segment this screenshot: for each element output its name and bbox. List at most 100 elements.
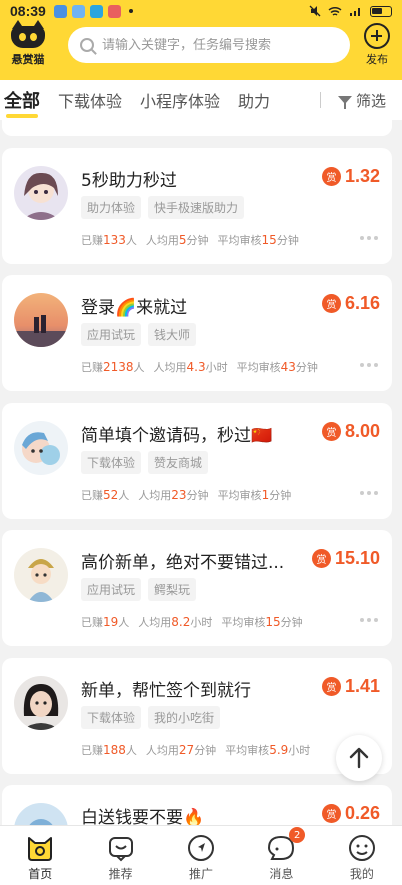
task-card[interactable]: 高价新单，绝对不要错过... 赏 15.10 应用试玩 鳄梨玩 已赚19人 人均用… — [2, 530, 392, 646]
task-card[interactable]: 登录🌈来就过 赏 6.16 应用试玩 钱大师 已赚2138人 人均用4.3小时 平均… — [2, 275, 392, 391]
bottom-nav: 首页 推荐 推广 2 消息 我的 — [0, 825, 402, 885]
task-title: 新单，帮忙签个到就行 — [81, 681, 251, 701]
tab-assist[interactable]: 助力 — [238, 88, 270, 112]
more-options-icon[interactable] — [360, 363, 378, 367]
task-list[interactable]: 5秒助力秒过 赏 1.32 助力体验 快手极速版助力 已赚133人 人均用5分钟平… — [0, 120, 402, 825]
plus-circle-icon — [364, 23, 390, 49]
more-options-icon[interactable] — [360, 491, 378, 495]
tab-all[interactable]: 全部 — [4, 87, 40, 118]
task-title: 简单填个邀请码，秒过🇨🇳 — [81, 426, 273, 446]
task-stats: 已赚188人 人均用27分钟 平均审核5.9小时 — [81, 743, 311, 757]
status-time: 08:39 — [10, 3, 46, 19]
task-title: 白送钱要不要🔥 — [81, 808, 205, 825]
tab-download[interactable]: 下载体验 — [58, 88, 122, 112]
review-time: 15 — [265, 615, 281, 629]
nav-label: 我的 — [349, 867, 374, 881]
nav-label: 推荐 — [108, 867, 133, 881]
task-tag: 鳄梨玩 — [148, 578, 197, 601]
nav-home[interactable]: 首页 — [0, 826, 80, 885]
message-badge: 2 — [289, 827, 306, 843]
avatar — [14, 803, 68, 825]
avatar — [14, 293, 68, 347]
task-stats: 已赚2138人 人均用4.3小时 平均审核43分钟 — [81, 360, 318, 374]
task-tags: 应用试玩 钱大师 — [81, 323, 197, 346]
task-tags: 应用试玩 鳄梨玩 — [81, 578, 197, 601]
per-user-time: 5 — [178, 233, 187, 247]
per-user-time: 4.3 — [186, 360, 206, 374]
app-notification-icon — [71, 4, 85, 18]
per-user-time: 27 — [178, 743, 195, 757]
tab-mini-program[interactable]: 小程序体验 — [140, 88, 220, 112]
task-stats: 已赚52人 人均用23分钟 平均审核1分钟 — [81, 488, 292, 502]
task-title: 登录🌈来就过 — [81, 298, 188, 318]
back-to-top-button[interactable] — [336, 735, 382, 781]
recommend-icon — [108, 837, 133, 862]
battery-icon — [370, 5, 392, 17]
earned-count: 19 — [103, 615, 119, 629]
home-cat-icon — [28, 837, 53, 861]
nav-label: 首页 — [28, 867, 53, 881]
earned-count: 52 — [103, 488, 119, 502]
nav-profile[interactable]: 我的 — [322, 826, 402, 885]
task-tag: 助力体验 — [81, 196, 142, 219]
task-card-partial[interactable] — [2, 120, 392, 136]
header-bar: 08:39 悬赏猫 发布 — [0, 0, 402, 80]
filter-label: 筛选 — [355, 91, 386, 110]
task-stats: 已赚133人 人均用5分钟 平均审核15分钟 — [81, 233, 299, 247]
more-options-icon[interactable] — [360, 236, 378, 240]
reward-value: 15.10 — [334, 548, 380, 568]
reward-coin-icon: 赏 — [321, 294, 341, 313]
status-bar: 08:39 — [0, 0, 402, 22]
avatar — [14, 548, 68, 602]
cat-logo-icon — [11, 20, 45, 48]
reward-amount: 赏 15.10 — [311, 548, 380, 569]
reward-value: 6.16 — [344, 293, 380, 313]
task-tag: 快手极速版助力 — [148, 196, 245, 219]
nav-promote[interactable]: 推广 — [161, 826, 241, 885]
search-bar[interactable] — [68, 27, 350, 63]
more-notifications-dot-icon — [128, 9, 133, 13]
avatar — [14, 676, 68, 730]
filter-icon — [337, 96, 352, 109]
promote-icon — [188, 835, 215, 861]
task-stats: 已赚19人 人均用8.2小时 平均审核15分钟 — [81, 615, 303, 629]
task-card[interactable]: 白送钱要不要🔥 赏 0.26 — [2, 785, 392, 825]
wifi-icon — [328, 6, 342, 16]
more-options-icon[interactable] — [360, 618, 378, 622]
search-input[interactable] — [102, 37, 338, 53]
task-tag: 应用试玩 — [81, 578, 142, 601]
task-title: 5秒助力秒过 — [81, 171, 177, 191]
reward-amount: 赏 8.00 — [321, 421, 380, 442]
task-tag: 赞友商城 — [148, 451, 209, 474]
earned-count: 133 — [103, 233, 126, 247]
filter-button[interactable]: 筛选 — [322, 80, 402, 120]
reward-coin-icon: 赏 — [311, 549, 331, 568]
search-icon — [80, 38, 94, 52]
logo-text: 悬赏猫 — [11, 53, 45, 66]
profile-icon — [348, 835, 375, 861]
task-card[interactable]: 新单，帮忙签个到就行 赏 1.41 下载体验 我的小吃街 已赚188人 人均用27… — [2, 658, 392, 774]
reward-value: 8.00 — [344, 421, 380, 441]
task-tags: 下载体验 我的小吃街 — [81, 706, 221, 729]
task-tag: 下载体验 — [81, 706, 142, 729]
earned-count: 188 — [103, 743, 126, 757]
reward-amount: 赏 1.32 — [321, 166, 380, 187]
app-notification-icon — [53, 4, 67, 18]
app-logo: 悬赏猫 — [6, 20, 50, 68]
task-tag: 下载体验 — [81, 451, 142, 474]
task-card[interactable]: 5秒助力秒过 赏 1.32 助力体验 快手极速版助力 已赚133人 人均用5分钟平… — [2, 148, 392, 264]
task-card[interactable]: 简单填个邀请码，秒过🇨🇳 赏 8.00 下载体验 赞友商城 已赚52人 人均用23… — [2, 403, 392, 519]
nav-messages[interactable]: 2 消息 — [241, 826, 321, 885]
category-tabs: 全部 下载体验 小程序体验 助力 筛选 — [0, 80, 402, 120]
reward-coin-icon: 赏 — [321, 804, 341, 823]
reward-value: 1.32 — [344, 166, 380, 186]
nav-label: 推广 — [189, 867, 214, 881]
task-tag: 应用试玩 — [81, 323, 142, 346]
publish-button[interactable]: 发布 — [360, 23, 394, 67]
task-tag: 钱大师 — [148, 323, 197, 346]
nav-recommend[interactable]: 推荐 — [80, 826, 160, 885]
avatar — [14, 166, 68, 220]
review-time: 43 — [280, 360, 296, 374]
reward-amount: 赏 0.26 — [321, 803, 380, 824]
publish-label: 发布 — [366, 53, 388, 66]
